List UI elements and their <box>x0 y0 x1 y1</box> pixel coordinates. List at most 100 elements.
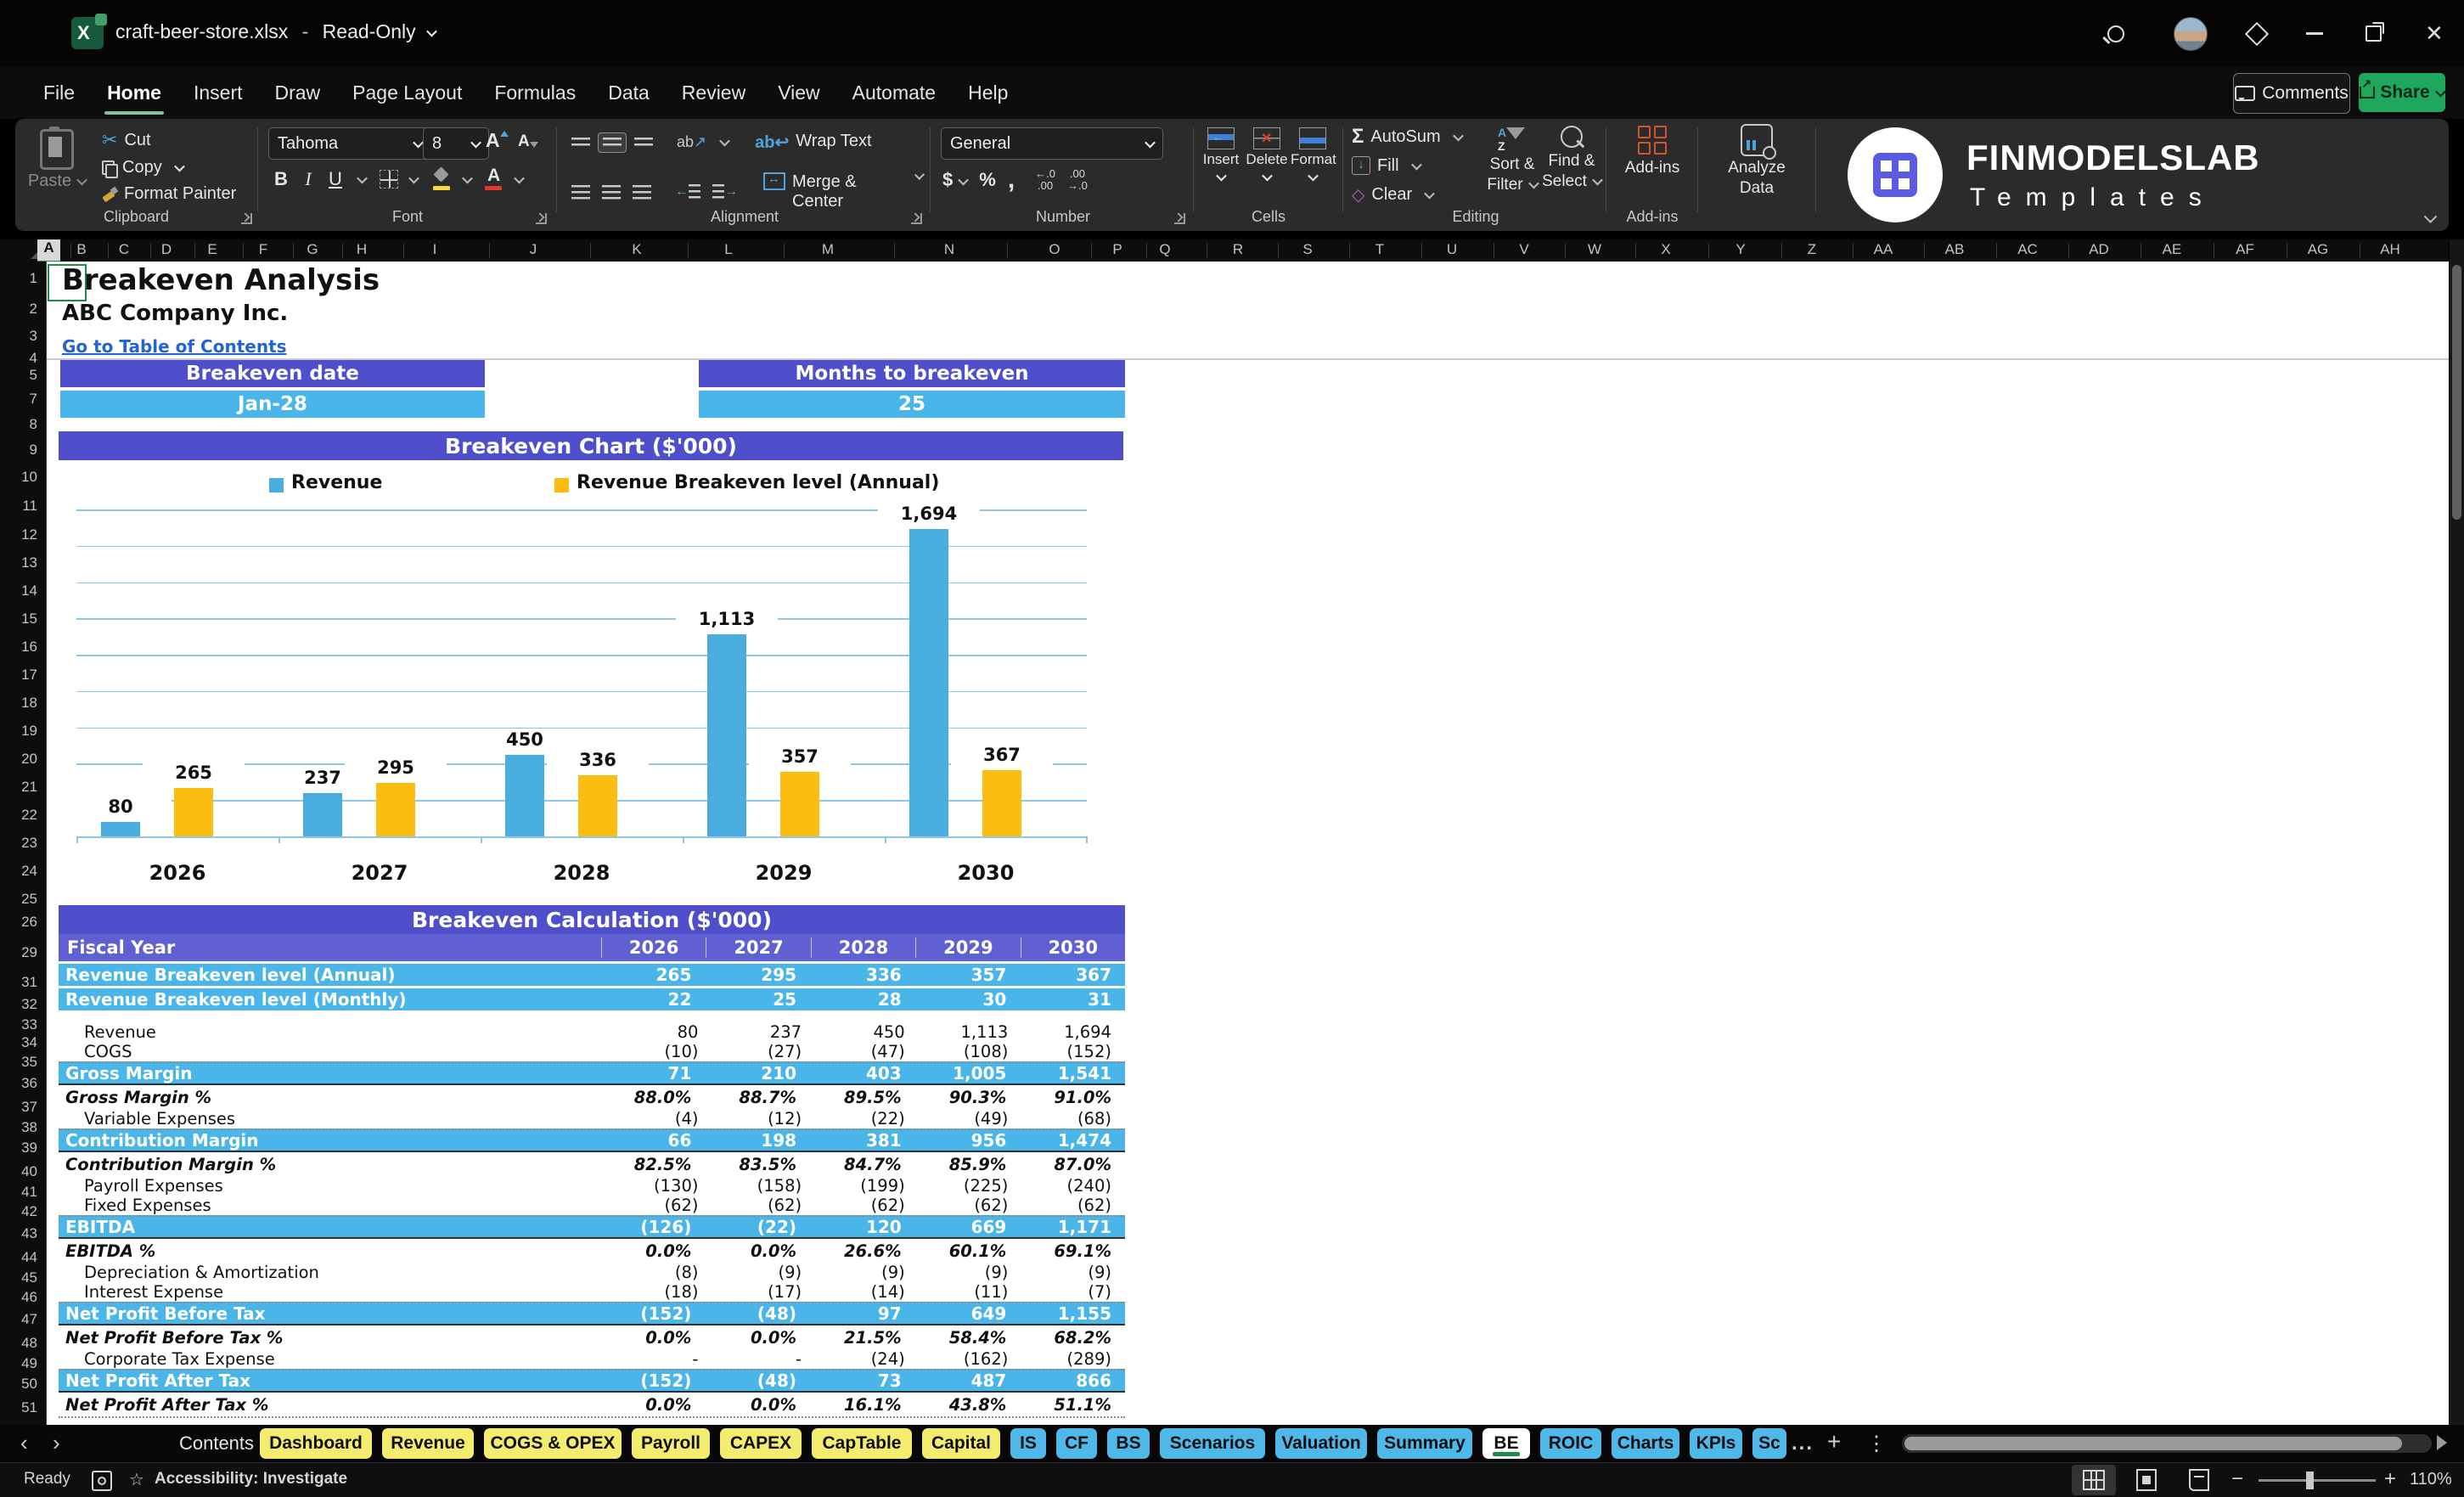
column-header-G[interactable]: G <box>307 241 318 258</box>
sheet-tab-capex[interactable]: CAPEX <box>720 1428 802 1459</box>
menu-item-file[interactable]: File <box>27 73 91 113</box>
column-header-Y[interactable]: Y <box>1735 241 1745 258</box>
menu-item-formulas[interactable]: Formulas <box>478 73 592 113</box>
cell-value[interactable]: (68) <box>1021 1109 1125 1128</box>
row-header-15[interactable]: 15 <box>0 611 37 628</box>
column-header-U[interactable]: U <box>1447 241 1457 258</box>
cell-value[interactable]: (152) <box>1021 1042 1125 1061</box>
row-header-44[interactable]: 44 <box>0 1249 37 1266</box>
cell-value[interactable]: (9) <box>919 1263 1022 1282</box>
underline-button[interactable]: U <box>324 168 346 190</box>
cell-value[interactable]: 21.5% <box>810 1328 915 1348</box>
bar-revenue-2026[interactable] <box>101 821 140 836</box>
cell-value[interactable]: (18) <box>609 1282 712 1302</box>
cell-value[interactable]: 97 <box>810 1303 915 1324</box>
menu-item-view[interactable]: View <box>762 73 835 113</box>
cell-value[interactable]: (240) <box>1021 1176 1125 1196</box>
column-header-X[interactable]: X <box>1661 241 1670 258</box>
decrease-font-size-button[interactable]: A <box>518 132 538 151</box>
macro-record-icon[interactable] <box>92 1471 112 1491</box>
cell-value[interactable]: 450 <box>815 1022 919 1042</box>
accessibility-status[interactable]: Accessibility: Investigate <box>155 1470 347 1489</box>
bar-revenue-breakeven-level-annual--2026[interactable] <box>174 788 213 836</box>
zoom-in-button[interactable]: + <box>2384 1467 2396 1491</box>
column-header-Q[interactable]: Q <box>1159 241 1170 258</box>
row-header-16[interactable]: 16 <box>0 639 37 656</box>
font-name-combobox[interactable]: Tahoma <box>268 127 431 160</box>
column-header-V[interactable]: V <box>1519 241 1528 258</box>
row-headers[interactable]: 1 2 3 4 5 7 8 9 10 11 12 13 14 15 16 17 18 19 20 21 22 23 24 25… <box>0 262 47 1425</box>
sheet-tab-charts[interactable]: Charts <box>1612 1428 1679 1459</box>
row-header-5[interactable]: 5 <box>0 367 37 384</box>
row-header-12[interactable]: 12 <box>0 526 37 543</box>
cell-value[interactable]: 1,694 <box>1021 1022 1125 1042</box>
cell-value[interactable]: (22) <box>705 1217 810 1237</box>
underline-dropdown-icon[interactable] <box>357 172 368 183</box>
sheet-tab-roic[interactable]: ROIC <box>1540 1428 1601 1459</box>
row-header-45[interactable]: 45 <box>0 1269 37 1286</box>
cell-value[interactable]: (49) <box>919 1109 1022 1128</box>
search-icon[interactable] <box>2107 20 2136 49</box>
row-header-47[interactable]: 47 <box>0 1311 37 1328</box>
tab-options-kebab-icon[interactable]: ⋮ <box>1866 1432 1887 1456</box>
cell-value[interactable]: (9) <box>712 1263 815 1282</box>
row-header-18[interactable]: 18 <box>0 695 37 712</box>
sheet-canvas[interactable]: Breakeven Analysis ABC Company Inc. Go t… <box>47 262 2449 1425</box>
row-header-40[interactable]: 40 <box>0 1163 37 1180</box>
cell-value[interactable]: 403 <box>810 1063 915 1083</box>
cell-value[interactable]: 198 <box>705 1130 810 1151</box>
analyze-data-button[interactable]: Analyze Data <box>1710 124 1803 199</box>
bar-revenue-breakeven-level-annual--2027[interactable] <box>376 782 415 836</box>
cell-value[interactable]: 91.0% <box>1020 1088 1125 1107</box>
column-header-E[interactable]: E <box>207 241 217 258</box>
row-header-2[interactable]: 2 <box>0 301 37 318</box>
cell-value[interactable]: (126) <box>600 1217 706 1237</box>
cell-value[interactable]: (9) <box>1021 1263 1125 1282</box>
bar-revenue-breakeven-level-annual--2030[interactable] <box>982 769 1021 836</box>
menu-item-automate[interactable]: Automate <box>836 73 952 113</box>
row-header-33[interactable]: 33 <box>0 1016 37 1033</box>
bar-revenue-2029[interactable] <box>707 633 746 836</box>
cell-value[interactable]: 83.5% <box>705 1155 810 1174</box>
row-header-29[interactable]: 29 <box>0 944 37 961</box>
sheet-tab-valuation[interactable]: Valuation <box>1275 1428 1367 1459</box>
row-header-48[interactable]: 48 <box>0 1335 37 1352</box>
row-header-23[interactable]: 23 <box>0 835 37 852</box>
sort-filter-button[interactable]: AZ Sort & Filter <box>1482 124 1542 195</box>
cell-value[interactable]: (162) <box>919 1349 1022 1369</box>
cell-value[interactable]: 1,155 <box>1020 1303 1125 1324</box>
close-button[interactable]: ✕ <box>2425 20 2454 49</box>
column-header-Z[interactable]: Z <box>1808 241 1816 258</box>
row-header-46[interactable]: 46 <box>0 1289 37 1306</box>
cell-value[interactable]: 73 <box>810 1370 915 1391</box>
cell-value[interactable]: (11) <box>919 1282 1022 1302</box>
title-chevron-icon[interactable] <box>426 26 437 37</box>
cell-value[interactable]: (225) <box>919 1176 1022 1196</box>
sheet-tab-kpis[interactable]: KPIs <box>1690 1428 1742 1459</box>
column-header-O[interactable]: O <box>1049 241 1060 258</box>
new-sheet-button[interactable]: + <box>1827 1428 1841 1455</box>
cell-value[interactable]: 0.0% <box>705 1328 810 1348</box>
cell-value[interactable]: 265 <box>600 965 706 985</box>
zoom-slider[interactable] <box>2259 1479 2376 1482</box>
cell-value[interactable]: (108) <box>919 1042 1022 1061</box>
cell-value[interactable]: (62) <box>712 1196 815 1215</box>
cell-value[interactable]: 89.5% <box>810 1088 915 1107</box>
cell-value[interactable]: (130) <box>609 1176 712 1196</box>
cell-value[interactable]: 0.0% <box>600 1395 706 1415</box>
cell-value[interactable]: 237 <box>712 1022 815 1042</box>
cell-value[interactable]: (62) <box>815 1196 919 1215</box>
row-header-1[interactable]: 1 <box>0 270 37 287</box>
cell-value[interactable]: 84.7% <box>810 1155 915 1174</box>
percent-format-button[interactable]: % <box>979 169 996 191</box>
column-header-AF[interactable]: AF <box>2236 241 2254 258</box>
cell-value[interactable]: (12) <box>712 1109 815 1128</box>
row-header-24[interactable]: 24 <box>0 863 37 880</box>
column-header-N[interactable]: N <box>944 241 954 258</box>
cell-value[interactable]: 60.1% <box>915 1241 1021 1261</box>
horizontal-scroll-right-icon[interactable] <box>2437 1435 2455 1450</box>
cut-button[interactable]: ✂ Cut <box>97 126 241 155</box>
column-header-P[interactable]: P <box>1112 241 1122 258</box>
row-header-20[interactable]: 20 <box>0 751 37 768</box>
align-left-icon[interactable] <box>567 181 594 204</box>
